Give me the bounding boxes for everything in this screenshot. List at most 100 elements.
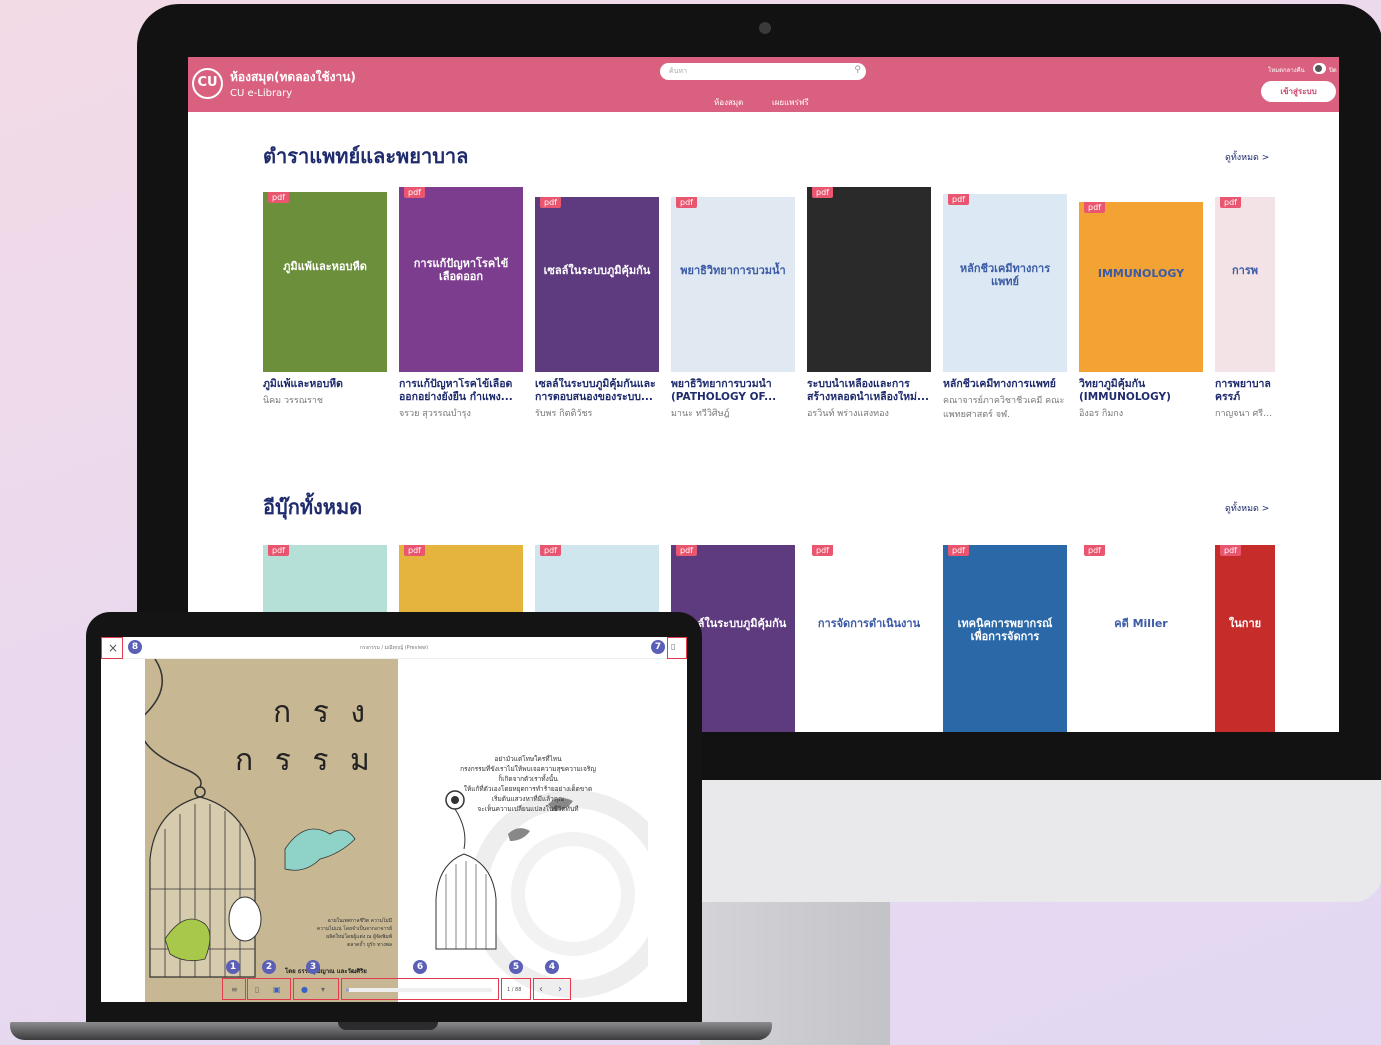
book-cover[interactable]: pdf ภูมิแพ้และหอบหืด (263, 192, 387, 372)
book-card[interactable]: pdf การจัดการดำเนินงาน (807, 545, 931, 732)
marker-1: 1 (226, 960, 240, 974)
credit-line: ตลาดถ้ำ ยูรัก ทางพล (347, 942, 392, 948)
book-author: อรวินท์ พร่างแสงทอง (807, 409, 889, 420)
speaker-icon[interactable]: ● (301, 985, 308, 994)
section-title-all-ebooks: อีบุ๊กทั้งหมด (263, 495, 363, 519)
marker-7: 7 (651, 640, 665, 654)
book-title-line2[interactable]: สร้างหลอดน้ำเหลืองใหม่... (807, 391, 931, 404)
book-card[interactable]: pdf การพการพยาบาลครรภ์กาญจนา ศรีสวัสดิ์ (1215, 197, 1275, 420)
cover-text: เทคนิคการพยากรณ์เพื่อการจัดการ (957, 617, 1053, 644)
pdf-badge: pdf (1220, 197, 1241, 208)
credit-line: ผลิตใหม่โดยผู้แต่ง ณ ผู้จัดพิมพ์ (326, 934, 392, 940)
see-all-medical[interactable]: ดูทั้งหมด > (1225, 150, 1269, 164)
marker-8: 8 (128, 640, 142, 654)
highlight-view (247, 978, 291, 1000)
marker-2: 2 (262, 960, 276, 974)
book-title-line2[interactable]: (IMMUNOLOGY) (1079, 391, 1203, 404)
book-author: จรวย สุวรรณบำรุง (399, 409, 471, 420)
book-cover[interactable]: pdf การจัดการดำเนินงาน (807, 545, 931, 732)
poem-line: เริ่มต้นแสวงหาที่มีแล้วคุณ (491, 795, 565, 804)
cover-text: การแก้ปัญหาโรคไข้เลือดออก (413, 257, 509, 284)
pdf-badge: pdf (1084, 202, 1105, 213)
book-title-line2[interactable]: (PATHOLOGY OF... (671, 391, 795, 404)
credit-line: ฉายในเทศกาลชีวิต ความไม่มี (327, 918, 392, 924)
cover-text: พยาธิวิทยาการบวมน้ำ (680, 263, 786, 277)
book-cover[interactable]: pdf เซลล์ในระบบภูมิคุ้มกัน (535, 197, 659, 372)
book-credits: ฉายในเทศกาลชีวิต ความไม่มี ความไม่แน่ โดย… (272, 917, 392, 949)
book-card[interactable]: pdf เทคนิคการพยากรณ์เพื่อการจัดการ (943, 545, 1067, 732)
book-title[interactable]: พยาธิวิทยาการบวมน้ำ (671, 378, 795, 391)
next-page-icon[interactable]: › (558, 984, 562, 995)
book-title-line2[interactable]: ครรภ์ (1215, 391, 1275, 404)
marker-3: 3 (306, 960, 320, 974)
nav-library[interactable]: ห้องสมุด (714, 96, 743, 109)
book-title[interactable]: วิทยาภูมิคุ้มกัน (1079, 378, 1203, 391)
reader-book-title: กรงกรรม / มณีทุกุญ์ (Preview) (359, 645, 429, 651)
book-card[interactable]: pdf ภูมิแพ้และหอบหืด ภูมิแพ้และหอบหืด นิคม … (263, 192, 387, 407)
search-icon[interactable]: ⚲ (854, 65, 861, 75)
dark-mode-label: โหมดกลางคืน (1268, 67, 1305, 74)
book-cover[interactable]: pdf พยาธิวิทยาการบวมน้ำ (671, 197, 795, 372)
book-card[interactable]: pdf IMMUNOLOGY วิทยาภูมิคุ้มกัน (IMMUNOLOGY… (1079, 202, 1203, 420)
book-title[interactable]: หลักชีวเคมีทางการแพทย์ (943, 378, 1067, 391)
book-author: มานะ ทวีวิศิษฎ์ (671, 409, 730, 420)
book-title[interactable]: เซลล์ในระบบภูมิคุ้มกันและ (535, 378, 659, 391)
book-heading-line2: ก ร ร ม (235, 743, 376, 778)
site-title: ห้องสมุด(ทดลองใช้งาน) (230, 70, 356, 84)
book-title-line2[interactable]: ออกอย่างยั่งยืน กำแพง... (399, 391, 523, 404)
see-all-ebooks[interactable]: ดูทั้งหมด > (1225, 501, 1269, 515)
prev-page-icon[interactable]: ‹ (539, 984, 543, 995)
progress-fill (346, 988, 349, 992)
book-card[interactable]: pdf การแก้ปัญหาโรคไข้เลือดออกการแก้ปัญหาโ… (399, 187, 523, 420)
book-byline: โดย ธรรมวุฒิญาณ และวัฒศิริย (285, 968, 367, 975)
book-title[interactable]: การพยาบาล (1215, 378, 1275, 391)
poem-line: ก็เกิดจากตัวเราทั้งนั้น (498, 775, 558, 784)
book-cover[interactable]: pdf คดี Miller (1079, 545, 1203, 732)
search-input[interactable]: ค้นหา ⚲ (660, 63, 866, 80)
book-card[interactable]: pdf คดี Miller (1079, 545, 1203, 732)
book-title[interactable]: การแก้ปัญหาโรคไข้เลือด (399, 378, 523, 391)
dark-mode-state: ปิด (1329, 67, 1337, 74)
book-card[interactable]: pdf หลักชีวเคมีทางการแพทย์หลักชีวเคมีทางก… (943, 194, 1067, 421)
table-of-contents-icon[interactable]: ≡ (231, 985, 238, 994)
dark-mode-toggle[interactable] (1313, 63, 1326, 74)
progress-track[interactable] (346, 988, 492, 992)
section-title-medical: ตำราแพทย์และพยาบาล (263, 144, 469, 168)
swirl-illustration (435, 790, 677, 998)
marker-4: 4 (545, 960, 559, 974)
book-cover[interactable]: pdf IMMUNOLOGY (1079, 202, 1203, 372)
microphone-icon[interactable]: ▾ (321, 985, 325, 994)
book-card[interactable]: pdf เซลล์ในระบบภูมิคุ้มกันเซลล์ในระบบภูมิ… (535, 197, 659, 420)
nav-free-publish[interactable]: เผยแพร่ฟรี (772, 96, 809, 109)
pdf-badge: pdf (404, 545, 425, 556)
page-indicator: 1 / 88 (507, 987, 522, 993)
book-cover[interactable]: pdf การพ (1215, 197, 1275, 372)
book-title-line2[interactable]: การตอบสนองของระบบ... (535, 391, 659, 404)
pdf-badge: pdf (1220, 545, 1241, 556)
pdf-badge: pdf (540, 197, 561, 208)
book-left-page: ก ร ง ก ร ร ม ฉายในเทศกาลชีวิต ความไม่มี… (138, 658, 398, 1002)
marker-5: 5 (509, 960, 523, 974)
book-cover[interactable]: pdf การแก้ปัญหาโรคไข้เลือดออก (399, 187, 523, 372)
poem-line: กรงกรรมที่ขังเราไม่ให้พบเจอความสุขความเจ… (460, 765, 596, 774)
book-card[interactable]: pdf ระบบน้ำเหลืองและการ สร้างหลอดน้ำเหลือง… (807, 187, 931, 420)
cu-logo[interactable]: CU (192, 68, 223, 99)
book-card[interactable]: pdf พยาธิวิทยาการบวมน้ำ พยาธิวิทยาการบวมน้… (671, 197, 795, 420)
cover-text: IMMUNOLOGY (1097, 266, 1185, 280)
book-cover[interactable]: pdf หลักชีวเคมีทางการแพทย์ (943, 194, 1067, 372)
reader-topbar: × กรงกรรม / มณีทุกุญ์ (Preview) ▯ (101, 637, 687, 659)
double-page-icon[interactable]: ▣ (273, 985, 281, 994)
book-author: กาญจนา ศรีสวัสดิ์ (1215, 409, 1275, 420)
book-cover[interactable]: pdf ในกาย (1215, 545, 1275, 732)
poem-line: อย่ามัวแต่โทษใครที่ไหน (494, 755, 562, 763)
book-title[interactable]: ระบบน้ำเหลืองและการ (807, 378, 931, 391)
book-title[interactable]: ภูมิแพ้และหอบหืด (263, 378, 387, 391)
single-page-icon[interactable]: ▯ (255, 985, 259, 994)
book-author: คณาจารย์ภาควิชาชีวเคมี คณะ (943, 396, 1065, 407)
login-button[interactable]: เข้าสู่ระบบ (1261, 81, 1336, 102)
book-cover[interactable]: pdf (807, 187, 931, 372)
cover-text: ภูมิแพ้และหอบหืด (283, 260, 367, 274)
book-card[interactable]: pdf ในกาย (1215, 545, 1275, 732)
book-cover[interactable]: pdf เทคนิคการพยากรณ์เพื่อการจัดการ (943, 545, 1067, 732)
pdf-badge: pdf (404, 187, 425, 198)
